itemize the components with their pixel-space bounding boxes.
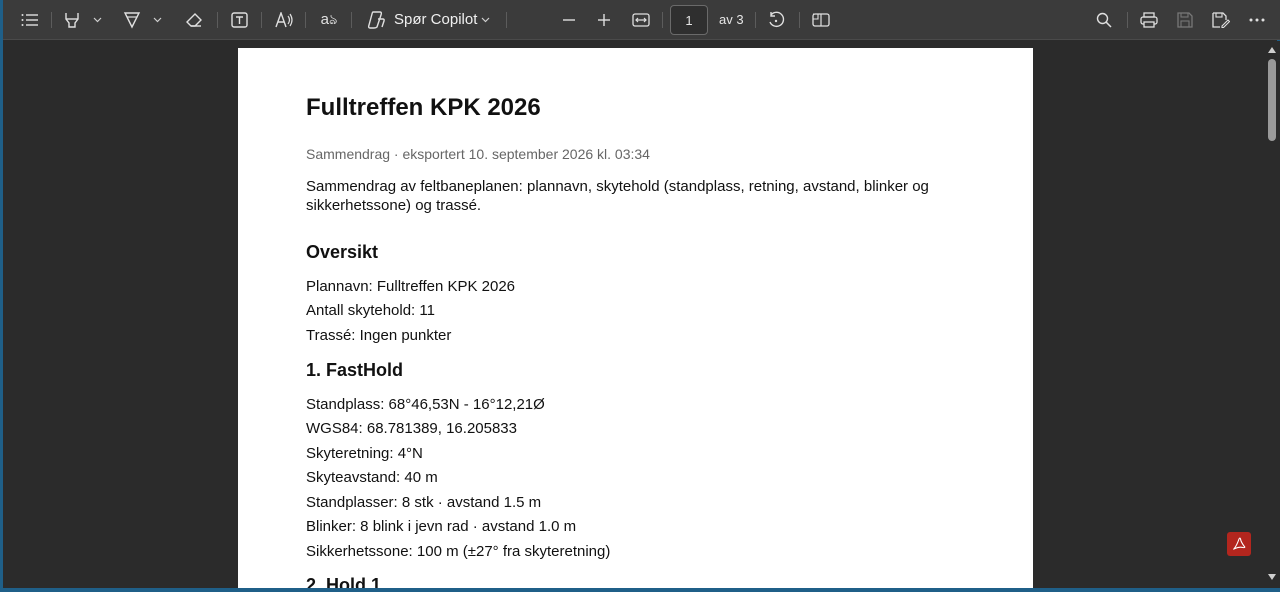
separator <box>506 12 507 28</box>
contents-icon[interactable] <box>19 0 41 40</box>
zoom-out-minus-icon[interactable] <box>560 0 578 40</box>
separator <box>305 12 306 28</box>
zoom-in-plus-icon[interactable] <box>595 0 613 40</box>
separator <box>51 12 52 28</box>
section-1-line: Standplasser: 8 stk · avstand 1.5 m <box>306 494 542 511</box>
overview-line: Trassé: Ingen punkter <box>306 327 452 344</box>
section-1-line: Standplass: 68°46,53N - 16°12,21Ø <box>306 396 545 413</box>
draw-dropdown-chevron-down-icon[interactable] <box>153 0 162 40</box>
text-box-icon[interactable] <box>229 0 249 40</box>
section-1-heading: 1. FastHold <box>306 360 404 380</box>
scrollbar-thumb[interactable] <box>1268 59 1276 141</box>
section-1-line: Blinker: 8 blink i jevn rad · avstand 1.… <box>306 518 577 535</box>
vertical-scrollbar[interactable] <box>1267 41 1277 588</box>
save-as-icon[interactable] <box>1211 0 1231 40</box>
separator <box>217 12 218 28</box>
pdf-toolbar: aঌ Spør Copilot 1 av 3 <box>3 0 1280 40</box>
eraser-icon[interactable] <box>184 0 204 40</box>
section-2-heading: 2. Hold 1 <box>306 575 382 588</box>
section-1-line: Sikkerhetssone: 100 m (±27° fra skyteret… <box>306 543 611 560</box>
print-icon[interactable] <box>1139 0 1159 40</box>
search-icon[interactable] <box>1094 0 1114 40</box>
more-options-icon[interactable] <box>1247 0 1267 40</box>
read-aloud-icon[interactable] <box>274 0 296 40</box>
draw-pen-icon[interactable] <box>122 0 142 40</box>
highlighter-icon[interactable] <box>62 0 82 40</box>
app-window: aঌ Spør Copilot 1 av 3 Fulltreffen KPK 2… <box>0 0 1280 592</box>
page-number-input[interactable]: 1 <box>670 5 708 35</box>
overview-line: Plannavn: Fulltreffen KPK 2026 <box>306 278 516 295</box>
pdf-page: Fulltreffen KPK 2026 Sammendrag · ekspor… <box>238 48 1033 588</box>
overview-heading: Oversikt <box>306 242 379 262</box>
page-count-label: av 3 <box>719 12 744 27</box>
save-icon[interactable] <box>1175 0 1195 40</box>
copilot-icon[interactable] <box>365 0 387 40</box>
page-view-icon[interactable] <box>811 0 831 40</box>
overview-line: Antall skytehold: 11 <box>306 302 435 319</box>
scroll-up-arrow-icon[interactable] <box>1268 47 1276 53</box>
acrobat-pdf-icon[interactable] <box>1227 532 1251 556</box>
document-meta: Sammendrag · eksportert 10. september 20… <box>306 146 650 162</box>
section-1-line: Skyteavstand: 40 m <box>306 469 438 486</box>
document-viewer[interactable]: Fulltreffen KPK 2026 Sammendrag · ekspor… <box>6 41 1280 588</box>
highlighter-dropdown-chevron-down-icon[interactable] <box>93 0 102 40</box>
scroll-down-arrow-icon[interactable] <box>1268 574 1276 580</box>
section-1-line: WGS84: 68.781389, 16.205833 <box>306 420 517 437</box>
separator <box>1127 12 1128 28</box>
rotate-icon[interactable] <box>766 0 786 40</box>
separator <box>662 12 663 28</box>
copilot-dropdown-chevron-down-icon[interactable] <box>481 0 490 40</box>
ask-copilot-button[interactable]: Spør Copilot <box>394 0 477 40</box>
separator <box>261 12 262 28</box>
document-title: Fulltreffen KPK 2026 <box>306 94 541 121</box>
separator <box>755 12 756 28</box>
fit-to-width-icon[interactable] <box>630 0 652 40</box>
translate-icon[interactable]: aঌ <box>317 0 341 40</box>
separator <box>799 12 800 28</box>
section-1-line: Skyteretning: 4°N <box>306 445 423 462</box>
separator <box>351 12 352 28</box>
document-intro: Sammendrag av feltbaneplanen: plannavn, … <box>306 178 929 214</box>
